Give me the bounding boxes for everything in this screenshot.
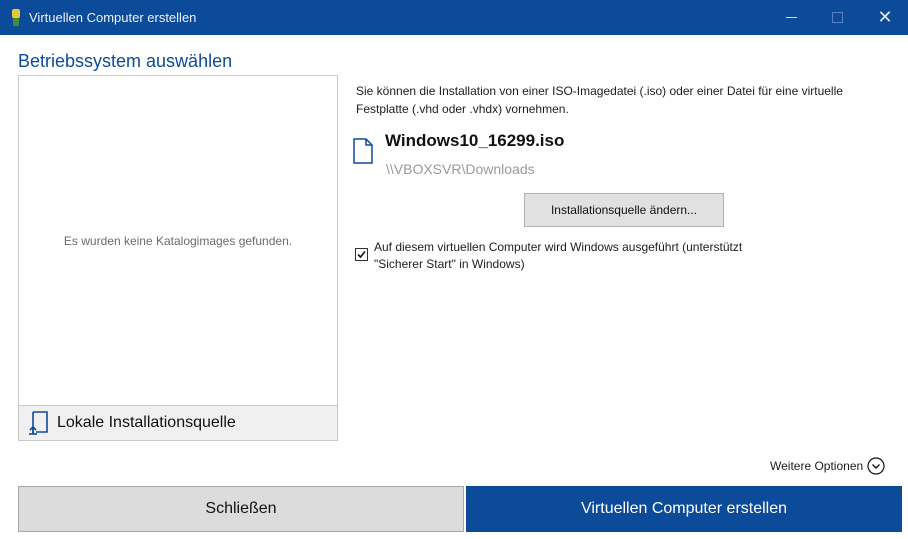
title-bar: Virtuellen Computer erstellen ✕: [0, 0, 908, 35]
source-description: Sie können die Installation von einer IS…: [356, 84, 843, 116]
catalog-image-list[interactable]: Es wurden keine Katalogimages gefunden.: [18, 75, 338, 407]
chevron-down-circle-icon: [867, 457, 885, 475]
iso-file-name: Windows10_16299.iso: [385, 131, 565, 150]
minimize-button[interactable]: [768, 0, 814, 35]
minimize-icon: [785, 17, 797, 18]
window-title: Virtuellen Computer erstellen: [29, 10, 197, 25]
change-install-source-button[interactable]: Installationsquelle ändern...: [524, 193, 724, 227]
catalog-empty-text: Es wurden keine Katalogimages gefunden.: [63, 234, 293, 248]
iso-file-path: \\VBOXSVR\Downloads: [386, 161, 535, 177]
windows-checkbox-label[interactable]: Auf diesem virtuellen Computer wird Wind…: [374, 239, 794, 273]
more-options-label: Weitere Optionen: [770, 459, 864, 473]
section-title: Betriebssystem auswählen: [18, 51, 233, 71]
windows-checkbox[interactable]: [355, 248, 368, 261]
maximize-button[interactable]: [814, 0, 860, 35]
close-button[interactable]: Schließen: [18, 486, 464, 532]
local-install-source-label: Lokale Installationsquelle: [57, 414, 236, 431]
close-window-button[interactable]: ✕: [862, 0, 908, 35]
install-source-icon: [29, 411, 48, 435]
file-icon: [353, 138, 373, 164]
create-vm-button[interactable]: Virtuellen Computer erstellen: [466, 486, 902, 532]
checkmark-icon: [357, 250, 366, 259]
more-options-toggle[interactable]: Weitere Optionen: [770, 457, 885, 475]
local-install-source-button[interactable]: Lokale Installationsquelle: [18, 405, 338, 441]
close-icon: ✕: [877, 7, 893, 27]
hyper-v-icon: [12, 9, 20, 26]
maximize-icon: [831, 12, 843, 23]
